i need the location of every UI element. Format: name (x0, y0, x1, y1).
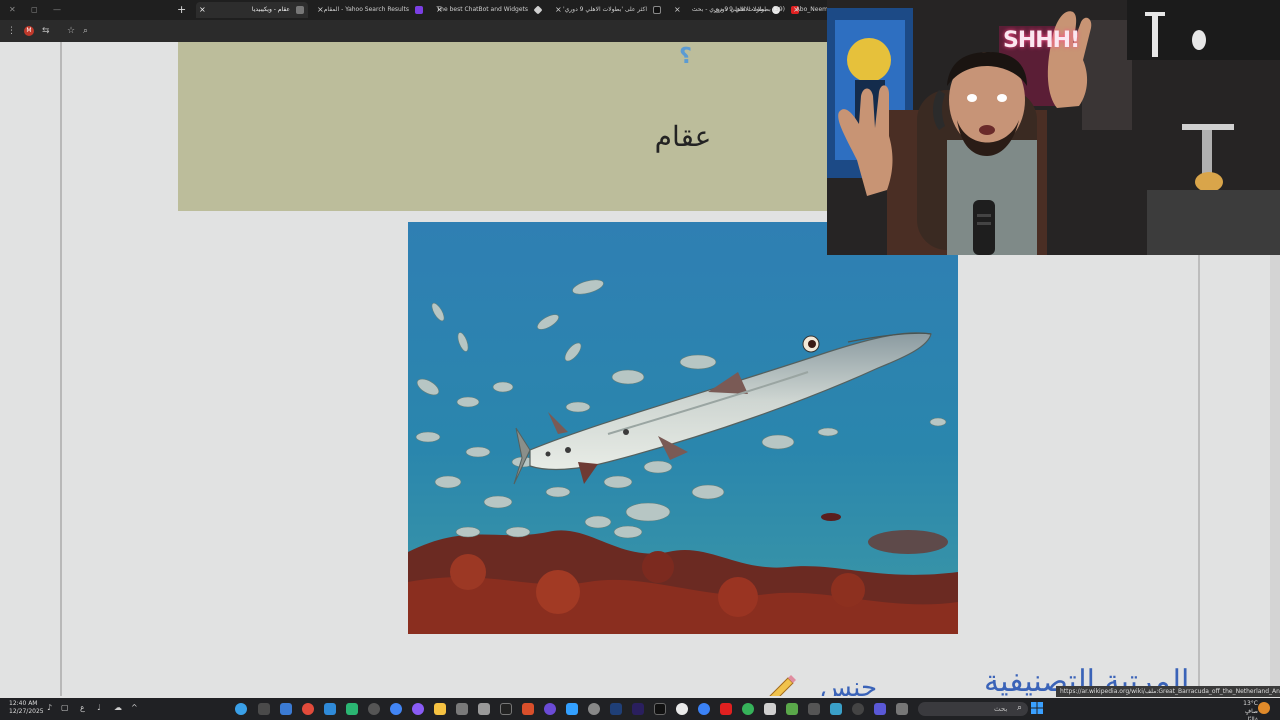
app-icon-12[interactable] (478, 703, 490, 715)
network-icon[interactable]: ▢ (61, 702, 69, 714)
app-icon-2[interactable] (258, 703, 270, 715)
pencil-icon[interactable] (766, 670, 798, 696)
weather-widget[interactable]: 13°C صافٍ غالبًا (1240, 700, 1258, 720)
maximize-window-icon[interactable]: ◻ (31, 4, 38, 16)
app-icon-16[interactable] (566, 703, 578, 715)
tab-youtube[interactable]: (39) بطولات الاهلي 9 دوري (690, 2, 803, 18)
app-icon-28[interactable] (830, 703, 842, 715)
microphone-icon[interactable]: ♩ (97, 702, 101, 714)
edge-icon[interactable] (698, 703, 710, 715)
tab-close-icon[interactable]: × (199, 2, 206, 18)
browser-active-icon[interactable] (368, 703, 380, 715)
app-icon-6[interactable] (346, 703, 358, 715)
gmail-icon[interactable]: M (24, 26, 34, 36)
chrome-icon[interactable] (390, 703, 402, 715)
tab-wikipedia[interactable]: × عقام - ويكيبيديا (196, 2, 308, 18)
taskbar-search[interactable]: بحث ⌕ (918, 702, 1028, 716)
speaker-icon[interactable]: ♪ (47, 702, 52, 714)
app-icon-5[interactable] (324, 703, 336, 715)
file-explorer-icon[interactable] (434, 703, 446, 715)
search-placeholder: بحث (994, 705, 1008, 713)
shhh-sign: SHHH! (1003, 28, 1080, 53)
tab-close-icon[interactable]: × (674, 2, 681, 18)
app-icon-24[interactable] (742, 703, 754, 715)
start-windows-icon[interactable] (1031, 702, 1043, 714)
app-icon-9[interactable] (412, 703, 424, 715)
weather-desc: صافٍ غالبًا (1244, 708, 1258, 720)
extensions-icon[interactable]: ⇆ (42, 24, 50, 38)
barracuda-photo[interactable] (408, 222, 958, 634)
webcam-overlay: SHHH! (827, 0, 1280, 255)
tab-search-more[interactable]: × اكثر على 'بطولات الاهلي 9 دوري' (552, 2, 665, 18)
clock[interactable]: 12:40 AM 12/27/2025 (9, 700, 44, 716)
chatbot-favicon-icon (533, 5, 543, 15)
menu-dots-icon[interactable]: ⋮ (7, 24, 16, 38)
barracuda-image (408, 222, 958, 634)
clock-time: 12:40 AM (9, 700, 38, 707)
tab-title: (39) بطولات الاهلي 9 دوري (714, 6, 785, 13)
tiktok-favicon-icon (653, 6, 661, 14)
app-icon-30[interactable] (874, 703, 886, 715)
app-icon-1[interactable] (235, 703, 247, 715)
app-icon-3[interactable] (280, 703, 292, 715)
clock-date: 12/27/2025 (9, 708, 44, 715)
zoom-icon[interactable]: ⌕ (83, 24, 88, 38)
tab-abo-neem[interactable]: × Abo_Neem (790, 2, 828, 18)
weather-temp: 13°C (1243, 700, 1258, 707)
task-view-icon[interactable] (896, 703, 908, 715)
page-left-border (60, 42, 62, 696)
status-bar-url: https://ar.wikipedia.org/wiki/ملف:Great_… (1056, 686, 1280, 697)
tab-close-icon[interactable]: × (555, 2, 562, 18)
weather-sun-icon (1258, 702, 1270, 714)
tab-yahoo[interactable]: × Yahoo Search Results - المقام (314, 2, 427, 18)
yahoo-favicon-icon (415, 6, 423, 14)
page-title: عقام (654, 120, 712, 153)
settings-gear-icon[interactable] (588, 703, 600, 715)
app-icon-4[interactable] (302, 703, 314, 715)
infobox-header: ؟ عقام (178, 42, 828, 211)
tiktok-icon[interactable] (654, 703, 666, 715)
new-tab-button[interactable]: + (177, 3, 186, 16)
app-icon-13[interactable] (500, 703, 512, 715)
tab-chatbot[interactable]: × The best ChatBot and Widgets (433, 2, 546, 18)
wikipedia-favicon-icon (296, 6, 304, 14)
tab-title: اكثر على 'بطولات الاهلي 9 دوري' (562, 6, 647, 13)
app-icon-11[interactable] (456, 703, 468, 715)
youtube-icon[interactable] (720, 703, 732, 715)
media-player-icon[interactable] (852, 703, 864, 715)
language-indicator[interactable]: ع (80, 702, 85, 714)
cloud-icon[interactable]: ☁ (114, 702, 122, 714)
minecraft-icon[interactable] (786, 703, 798, 715)
help-icon[interactable]: ؟ (678, 44, 693, 69)
bookmark-star-icon[interactable]: ☆ (67, 24, 75, 38)
app-icon-27[interactable] (808, 703, 820, 715)
tab-title: The best ChatBot and Widgets (436, 6, 528, 13)
google-icon[interactable] (676, 703, 688, 715)
app-icon-14[interactable] (522, 703, 534, 715)
close-window-icon[interactable]: ✕ (9, 4, 16, 16)
search-icon: ⌕ (1016, 703, 1022, 713)
minimize-window-icon[interactable]: — (53, 4, 61, 16)
genus-label: جنس (820, 673, 878, 696)
taskbar: 12:40 AM 12/27/2025 ♪ ▢ ع ♩ ☁ ^ بحث ⌕ 13… (0, 698, 1280, 720)
app-icon-15[interactable] (544, 703, 556, 715)
tab-close-icon[interactable]: × (317, 2, 324, 18)
tray-overflow-icon[interactable]: ^ (131, 702, 138, 714)
tab-title: Abo_Neem (795, 6, 828, 13)
tab-title: Yahoo Search Results - المقام (323, 6, 409, 13)
app-icon-25[interactable] (764, 703, 776, 715)
premiere-icon[interactable] (632, 703, 644, 715)
tab-title: عقام - ويكيبيديا (251, 6, 290, 13)
photoshop-icon[interactable] (610, 703, 622, 715)
